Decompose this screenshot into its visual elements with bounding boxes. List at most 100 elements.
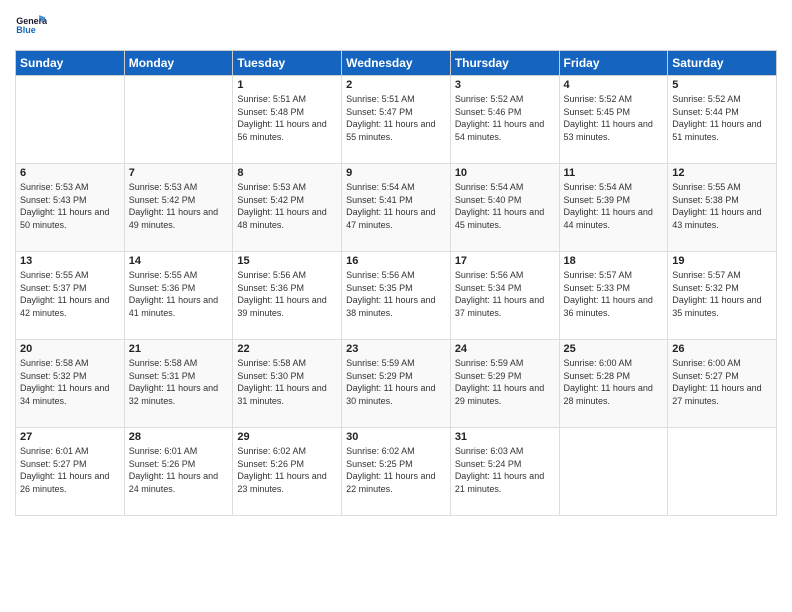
day-number: 8 — [237, 167, 337, 179]
day-number: 23 — [346, 343, 446, 355]
sunset-info: Sunset: 5:46 PM — [455, 107, 522, 117]
sunrise-info: Sunrise: 5:53 AM — [237, 182, 306, 192]
daylight-info: Daylight: 11 hours and 51 minutes. — [672, 119, 761, 142]
day-number: 20 — [20, 343, 120, 355]
day-info: Sunrise: 5:55 AMSunset: 5:38 PMDaylight:… — [672, 181, 772, 231]
header-cell-wednesday: Wednesday — [342, 51, 451, 76]
header-cell-saturday: Saturday — [668, 51, 777, 76]
calendar-cell: 27Sunrise: 6:01 AMSunset: 5:27 PMDayligh… — [16, 428, 125, 516]
calendar-cell: 5 Sunrise: 5:52 AMSunset: 5:44 PMDaylight… — [668, 76, 777, 164]
daylight-info: Daylight: 11 hours and 53 minutes. — [564, 119, 653, 142]
sunrise-info: Sunrise: 6:00 AM — [564, 358, 633, 368]
daylight-info: Daylight: 11 hours and 30 minutes. — [346, 383, 435, 406]
day-info: Sunrise: 5:56 AMSunset: 5:36 PMDaylight:… — [237, 269, 337, 319]
day-info: Sunrise: 6:01 AMSunset: 5:26 PMDaylight:… — [129, 445, 229, 495]
day-number: 9 — [346, 167, 446, 179]
sunset-info: Sunset: 5:29 PM — [346, 371, 413, 381]
calendar-cell — [16, 76, 125, 164]
sunset-info: Sunset: 5:36 PM — [237, 283, 304, 293]
calendar-cell: 3Sunrise: 5:52 AMSunset: 5:46 PMDaylight… — [450, 76, 559, 164]
calendar-cell: 22 Sunrise: 5:58 AMSunset: 5:30 PMDayligh… — [233, 340, 342, 428]
day-number: 22 — [237, 343, 337, 355]
day-number: 11 — [564, 167, 664, 179]
sunset-info: Sunset: 5:28 PM — [564, 371, 631, 381]
day-info: Sunrise: 6:01 AMSunset: 5:27 PMDaylight:… — [20, 445, 120, 495]
sunrise-info: Sunrise: 5:59 AM — [346, 358, 415, 368]
sunrise-info: Sunrise: 6:03 AM — [455, 446, 524, 456]
day-info: Sunrise: 5:59 AM Sunset: 5:29 PM Daylight:… — [346, 357, 446, 407]
sunset-info: Sunset: 5:41 PM — [346, 195, 413, 205]
calendar-cell: 17Sunrise: 5:56 AMSunset: 5:34 PMDayligh… — [450, 252, 559, 340]
day-info: Sunrise: 5:53 AMSunset: 5:42 PMDaylight:… — [129, 181, 229, 231]
day-number: 21 — [129, 343, 229, 355]
calendar-cell: 25Sunrise: 6:00 AMSunset: 5:28 PMDayligh… — [559, 340, 668, 428]
sunrise-info: Sunrise: 6:00 AM — [672, 358, 741, 368]
day-number: 30 — [346, 431, 446, 443]
sunset-info: Sunset: 5:29 PM — [455, 371, 522, 381]
day-number: 18 — [564, 255, 664, 267]
calendar-cell — [124, 76, 233, 164]
sunset-info: Sunset: 5:27 PM — [672, 371, 739, 381]
day-info: Sunrise: 6:00 AM Sunset: 5:28 PM Daylight:… — [564, 357, 664, 407]
calendar-cell: 30Sunrise: 6:02 AMSunset: 5:25 PMDayligh… — [342, 428, 451, 516]
day-number: 29 — [237, 431, 337, 443]
sunrise-info: Sunrise: 5:59 AM — [455, 358, 524, 368]
sunrise-info: Sunrise: 5:52 AM — [672, 94, 741, 104]
day-number: 4 — [564, 79, 664, 91]
calendar-cell: 20 Sunrise: 5:58 AMSunset: 5:32 PMDayligh… — [16, 340, 125, 428]
sunrise-info: Sunrise: 5:57 AM — [564, 270, 633, 280]
calendar-cell: 16Sunrise: 5:56 AMSunset: 5:35 PMDayligh… — [342, 252, 451, 340]
calendar-cell: 18 Sunrise: 5:57 AMSunset: 5:33 PMDayligh… — [559, 252, 668, 340]
sunset-info: Sunset: 5:32 PM — [20, 371, 87, 381]
sunset-info: Sunset: 5:32 PM — [672, 283, 739, 293]
sunset-info: Sunset: 5:30 PM — [237, 371, 304, 381]
daylight-info: Daylight: 11 hours and 35 minutes. — [672, 295, 761, 318]
daylight-info: Daylight: 11 hours and 28 minutes. — [564, 383, 653, 406]
day-info: Sunrise: 5:57 AMSunset: 5:33 PMDaylight:… — [564, 269, 664, 319]
daylight-info: Daylight: 11 hours and 32 minutes. — [129, 383, 218, 406]
header-cell-tuesday: Tuesday — [233, 51, 342, 76]
daylight-info: Daylight: 11 hours and 23 minutes. — [237, 471, 326, 494]
daylight-info: Daylight: 11 hours and 26 minutes. — [20, 471, 109, 494]
day-info: Sunrise: 5:59 AMSunset: 5:29 PMDaylight:… — [455, 357, 555, 407]
week-row-5: 27Sunrise: 6:01 AMSunset: 5:27 PMDayligh… — [16, 428, 777, 516]
sunrise-info: Sunrise: 5:54 AM — [346, 182, 415, 192]
day-number: 2 — [346, 79, 446, 91]
calendar-cell: 19Sunrise: 5:57 AMSunset: 5:32 PMDayligh… — [668, 252, 777, 340]
daylight-info: Daylight: 11 hours and 42 minutes. — [20, 295, 109, 318]
calendar-cell: 9Sunrise: 5:54 AMSunset: 5:41 PMDaylight… — [342, 164, 451, 252]
daylight-info: Daylight: 11 hours and 56 minutes. — [237, 119, 326, 142]
sunset-info: Sunset: 5:25 PM — [346, 459, 413, 469]
day-info: Sunrise: 5:57 AMSunset: 5:32 PMDaylight:… — [672, 269, 772, 319]
header-row: SundayMondayTuesdayWednesdayThursdayFrid… — [16, 51, 777, 76]
sunset-info: Sunset: 5:39 PM — [564, 195, 631, 205]
calendar-cell: 14Sunrise: 5:55 AMSunset: 5:36 PMDayligh… — [124, 252, 233, 340]
sunset-info: Sunset: 5:26 PM — [129, 459, 196, 469]
day-info: Sunrise: 5:58 AMSunset: 5:30 PMDaylight:… — [237, 357, 337, 407]
week-row-4: 20 Sunrise: 5:58 AMSunset: 5:32 PMDayligh… — [16, 340, 777, 428]
day-info: Sunrise: 5:58 AMSunset: 5:32 PMDaylight:… — [20, 357, 120, 407]
sunset-info: Sunset: 5:40 PM — [455, 195, 522, 205]
day-number: 31 — [455, 431, 555, 443]
day-number: 6 — [20, 167, 120, 179]
day-number: 13 — [20, 255, 120, 267]
calendar-cell: 26Sunrise: 6:00 AMSunset: 5:27 PMDayligh… — [668, 340, 777, 428]
calendar-cell: 8 Sunrise: 5:53 AMSunset: 5:42 PMDaylight… — [233, 164, 342, 252]
sunrise-info: Sunrise: 6:01 AM — [20, 446, 89, 456]
day-info: Sunrise: 5:52 AMSunset: 5:44 PMDaylight:… — [672, 93, 772, 143]
daylight-info: Daylight: 11 hours and 24 minutes. — [129, 471, 218, 494]
daylight-info: Daylight: 11 hours and 21 minutes. — [455, 471, 544, 494]
day-number: 14 — [129, 255, 229, 267]
day-number: 7 — [129, 167, 229, 179]
day-info: Sunrise: 5:53 AMSunset: 5:42 PMDaylight:… — [237, 181, 337, 231]
calendar-cell: 21Sunrise: 5:58 AMSunset: 5:31 PMDayligh… — [124, 340, 233, 428]
daylight-info: Daylight: 11 hours and 48 minutes. — [237, 207, 326, 230]
calendar-cell: 11Sunrise: 5:54 AMSunset: 5:39 PMDayligh… — [559, 164, 668, 252]
sunset-info: Sunset: 5:34 PM — [455, 283, 522, 293]
day-number: 5 — [672, 79, 772, 91]
sunrise-info: Sunrise: 5:53 AM — [20, 182, 89, 192]
day-info: Sunrise: 5:55 AMSunset: 5:37 PMDaylight:… — [20, 269, 120, 319]
week-row-2: 6Sunrise: 5:53 AMSunset: 5:43 PMDaylight… — [16, 164, 777, 252]
sunrise-info: Sunrise: 5:52 AM — [564, 94, 633, 104]
sunrise-info: Sunrise: 5:51 AM — [346, 94, 415, 104]
